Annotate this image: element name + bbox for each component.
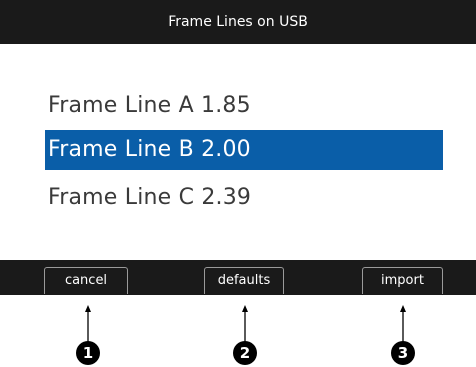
callout-number: 1 xyxy=(76,341,100,365)
list-item-frame-line-a[interactable]: Frame Line A 1.85 xyxy=(45,86,443,126)
import-button-label: import xyxy=(381,273,424,288)
defaults-button[interactable]: defaults xyxy=(204,267,284,294)
import-button[interactable]: import xyxy=(362,267,443,294)
callout-3: 3 xyxy=(391,305,415,365)
title-bar: Frame Lines on USB xyxy=(0,0,476,44)
callout-arrow-icon xyxy=(85,305,91,343)
cancel-button-label: cancel xyxy=(64,273,108,288)
soft-key-bar: cancel defaults import xyxy=(0,260,476,295)
callout-2: 2 xyxy=(233,305,257,365)
page-title: Frame Lines on USB xyxy=(168,14,308,30)
cancel-button[interactable]: cancel xyxy=(44,267,128,294)
callout-1: 1 xyxy=(76,305,100,365)
callout-number: 3 xyxy=(391,341,415,365)
callout-number: 2 xyxy=(233,341,257,365)
defaults-button-label: defaults xyxy=(217,273,271,288)
callout-arrow-icon xyxy=(400,305,406,343)
list-item-label: Frame Line A 1.85 xyxy=(48,93,251,118)
list-item-label: Frame Line C 2.39 xyxy=(48,185,252,210)
device-screen: Frame Lines on USB Frame Line A 1.85 Fra… xyxy=(0,0,476,295)
list-item-frame-line-b[interactable]: Frame Line B 2.00 xyxy=(45,130,443,170)
list-item-frame-line-c[interactable]: Frame Line C 2.39 xyxy=(45,178,443,218)
callout-arrow-icon xyxy=(242,305,248,343)
list-item-label: Frame Line B 2.00 xyxy=(48,137,251,162)
